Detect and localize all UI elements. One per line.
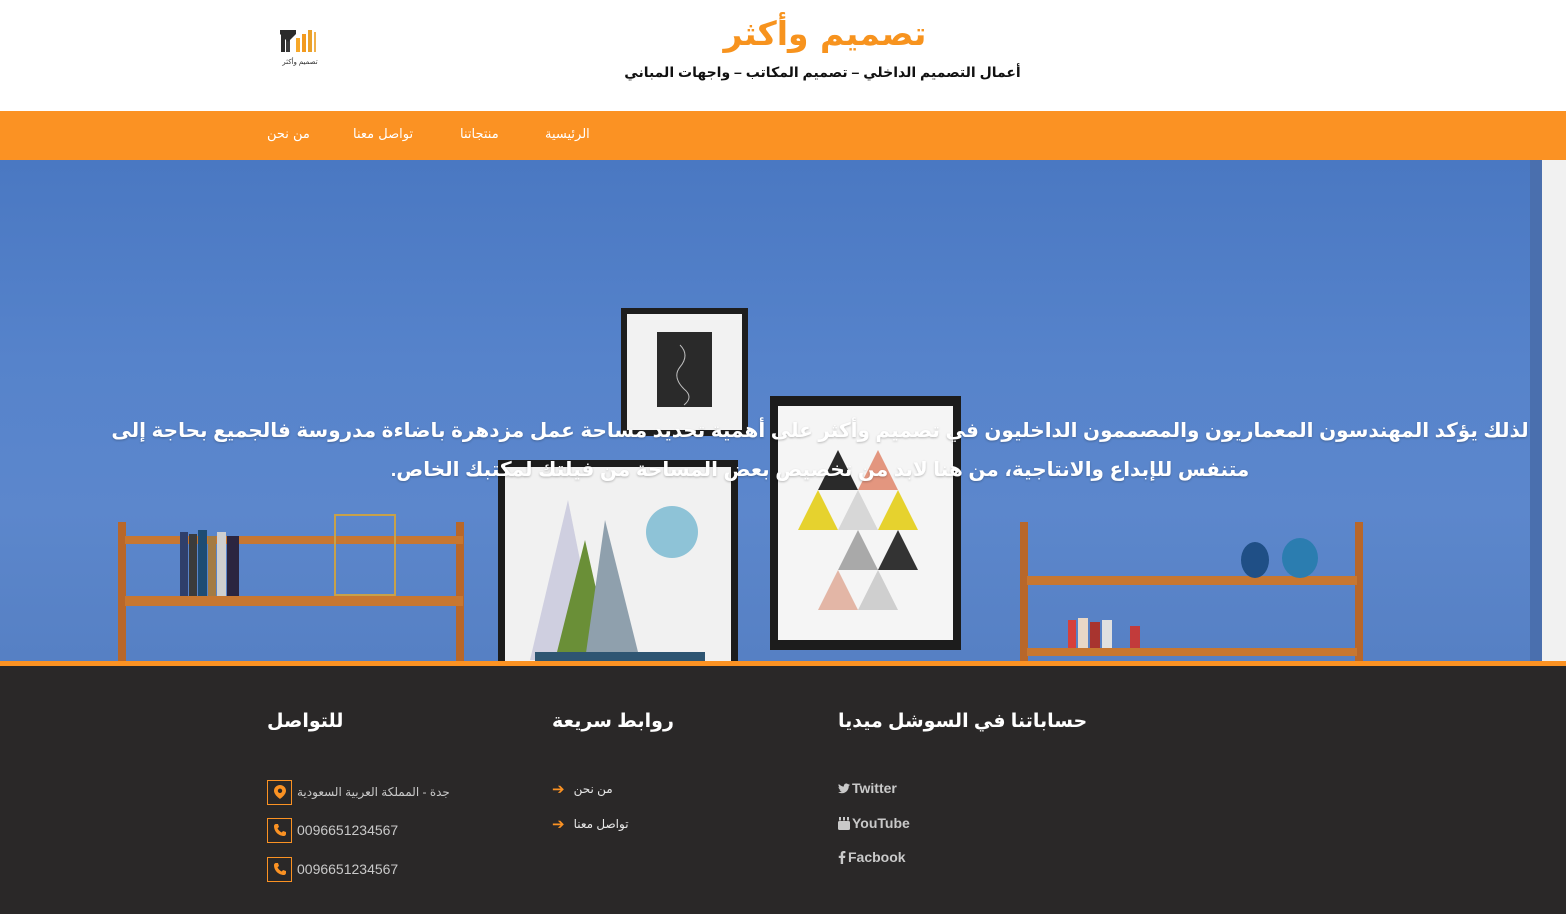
hero-illustration	[118, 308, 1363, 661]
social-link-youtube[interactable]: YouTube	[838, 815, 910, 831]
footer-quick-links-heading: روابط سريعة	[552, 711, 674, 732]
nav-item-products[interactable]: منتجاتنا	[460, 127, 499, 142]
contact-phone-2: 0096651234567	[267, 856, 398, 882]
shelf-left-icon	[118, 514, 464, 661]
nav-item-home[interactable]: الرئيسية	[545, 127, 590, 142]
contact-phone-1: 0096651234567	[267, 817, 398, 843]
youtube-icon	[838, 816, 850, 830]
phone-icon	[267, 817, 292, 843]
quick-link-about[interactable]: ➔ من نحن	[552, 780, 613, 798]
hero-text-line-2: متنفس للإبداع والانتاجية، من هنا لابد من…	[390, 459, 1250, 481]
quick-link-contact-label[interactable]: تواصل معنا	[574, 817, 629, 831]
arrow-right-icon: ➔	[552, 781, 565, 798]
social-twitter-label[interactable]: Twitter	[852, 780, 897, 796]
site-tagline: أعمال التصميم الداخلي – تصميم المكاتب – …	[624, 64, 1021, 80]
social-link-facebook[interactable]: Facbook	[838, 849, 906, 865]
site-footer: للتواصل جدة - المملكة العربية السعودية 0…	[0, 666, 1566, 914]
quick-link-about-label[interactable]: من نحن	[574, 782, 613, 796]
nav-item-contact[interactable]: تواصل معنا	[353, 127, 413, 142]
nav-item-about[interactable]: من نحن	[267, 127, 310, 142]
arrow-right-icon: ➔	[552, 816, 565, 833]
footer-contact-heading: للتواصل	[267, 711, 344, 732]
site-logo[interactable]: تصميم وأكثر	[272, 26, 328, 66]
hero-banner: لذلك يؤكد المهندسون المعماريون والمصممون…	[0, 160, 1566, 661]
social-link-twitter[interactable]: Twitter	[838, 780, 897, 796]
social-facebook-label[interactable]: Facbook	[848, 849, 906, 865]
quick-link-contact[interactable]: ➔ تواصل معنا	[552, 815, 629, 833]
shelf-right-icon	[1020, 522, 1363, 661]
facebook-icon	[838, 850, 846, 864]
twitter-icon	[838, 783, 850, 794]
hero-text: لذلك يؤكد المهندسون المعماريون والمصممون…	[110, 412, 1530, 490]
footer-social-heading: حساباتنا في السوشل ميديا	[838, 711, 1088, 732]
contact-phone-1-text[interactable]: 0096651234567	[297, 822, 398, 838]
contact-address: جدة - المملكة العربية السعودية	[267, 779, 450, 805]
frame-mountains-icon	[498, 460, 738, 661]
main-navigation: الرئيسية منتجاتنا تواصل معنا من نحن	[0, 111, 1566, 160]
hero-text-line-1: لذلك يؤكد المهندسون المعماريون والمصممون…	[111, 420, 1529, 442]
contact-address-text: جدة - المملكة العربية السعودية	[297, 785, 450, 799]
phone-icon	[267, 856, 292, 882]
contact-phone-2-text[interactable]: 0096651234567	[297, 861, 398, 877]
site-title[interactable]: تصميم وأكثر	[720, 14, 930, 53]
logo-mark-icon	[280, 30, 316, 52]
location-pin-icon	[267, 779, 292, 805]
logo-caption: تصميم وأكثر	[282, 59, 318, 66]
site-header: تصميم وأكثر تصميم وأكثر أعمال التصميم ال…	[0, 0, 1566, 111]
social-youtube-label[interactable]: YouTube	[852, 815, 910, 831]
